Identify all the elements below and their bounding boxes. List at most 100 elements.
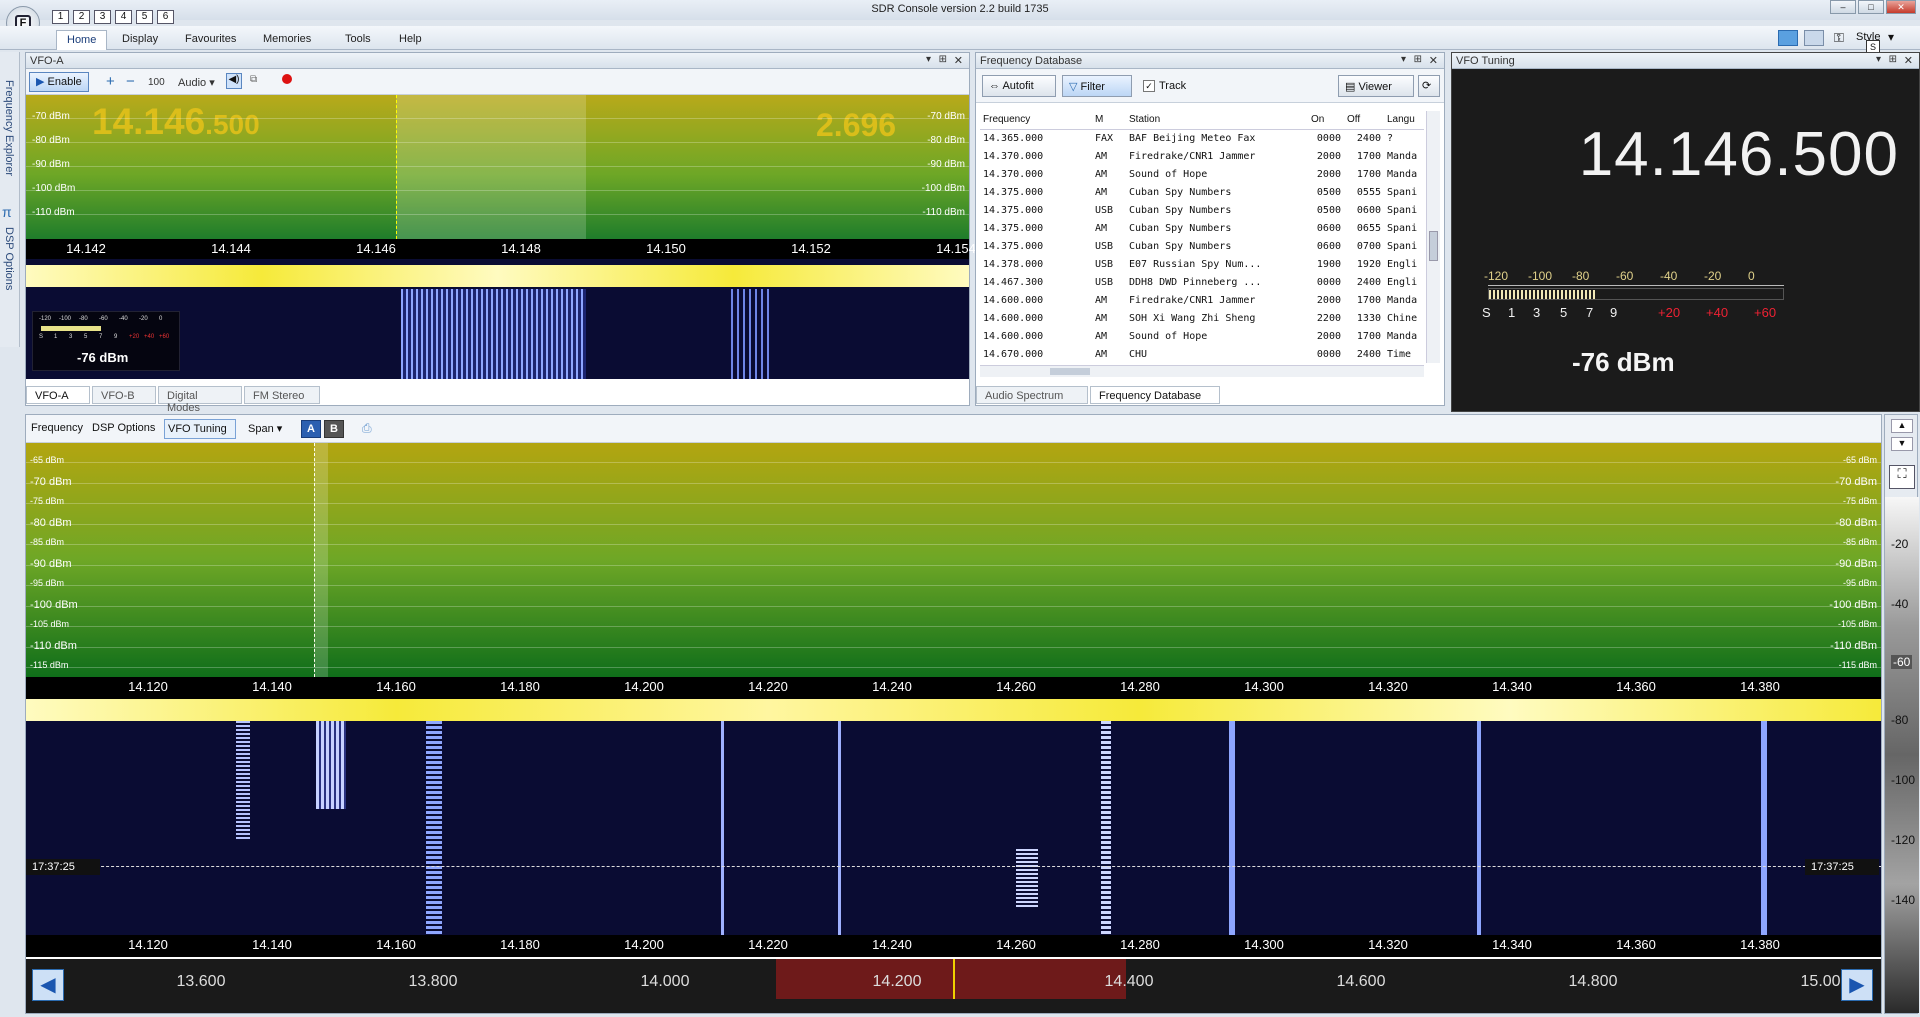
- viewer-button[interactable]: ▤ Viewer: [1338, 75, 1414, 97]
- vfo-a-passband[interactable]: [396, 95, 586, 239]
- table-row[interactable]: 14.375.000 USB Cuban Spy Numbers 0500 0600 Sp…: [980, 201, 1424, 219]
- main-frequency-scale-bottom[interactable]: 14.120 14.140 14.160 14.180 14.200 14.220 14.2…: [26, 935, 1881, 957]
- horizontal-scrollbar[interactable]: [980, 365, 1424, 377]
- quick-access-4[interactable]: 4: [115, 10, 132, 24]
- pin-icon[interactable]: ⊞: [939, 54, 947, 65]
- table-row[interactable]: 14.375.000 USB Cuban Spy Numbers 0600 0700 Sp…: [980, 237, 1424, 255]
- main-tab-dsp-options[interactable]: DSP Options: [89, 419, 161, 439]
- autofit-button[interactable]: ⇔ Autofit: [982, 75, 1056, 97]
- record-icon[interactable]: [282, 74, 292, 84]
- chevron-down-icon[interactable]: ▼: [1891, 437, 1913, 451]
- quick-access-6[interactable]: 6: [157, 10, 174, 24]
- table-row[interactable]: 14.600.000 AM Sound of Hope 2000 1700 Manda: [980, 327, 1424, 345]
- main-vfo-marker[interactable]: [314, 443, 328, 677]
- column-header[interactable]: On: [1308, 111, 1344, 130]
- panel-menu-icon[interactable]: ▾: [926, 54, 931, 65]
- vfo-a-signal-trace: [401, 289, 586, 379]
- audio-dropdown[interactable]: Audio ▾: [178, 76, 215, 89]
- vfo-a-select-button[interactable]: A: [301, 420, 321, 438]
- vfo-a-bottom-tab-vfo-b[interactable]: VFO-B: [92, 386, 156, 404]
- vfo-a-waterfall[interactable]: -120 -100 -80 -60 -40 -20 0 S 1 3 5 7 9 +20 +40 +60 -7…: [26, 259, 969, 379]
- side-tab-frequency-explorer[interactable]: Frequency Explorer: [3, 80, 15, 176]
- quick-access-2[interactable]: 2: [73, 10, 90, 24]
- vfo-b-select-button[interactable]: B: [324, 420, 344, 438]
- table-row[interactable]: 14.375.000 AM Cuban Spy Numbers 0500 0555 Spa…: [980, 183, 1424, 201]
- scroll-right-button[interactable]: ▶: [1841, 969, 1873, 1001]
- vfo-a-bottom-tab-vfo-a[interactable]: VFO-A: [26, 386, 90, 404]
- tuning-scale-label: -60: [1616, 269, 1634, 283]
- column-header[interactable]: Off: [1344, 111, 1384, 130]
- quick-access-1[interactable]: 1: [52, 10, 69, 24]
- table-row[interactable]: 14.370.000 AM Firedrake/CNR1 Jammer 2000 170…: [980, 147, 1424, 165]
- table-row[interactable]: 14.378.000 USB E07 Russian Spy Num... 1900 1…: [980, 255, 1424, 273]
- main-db-label: -115 dBm: [30, 660, 69, 670]
- panel-close-icon[interactable]: ✕: [1429, 54, 1438, 67]
- vfo-a-frequency-scale[interactable]: 14.142 14.144 14.146 14.148 14.150 14.152 14.1…: [26, 239, 976, 259]
- table-row[interactable]: 14.375.000 AM Cuban Spy Numbers 0600 0655 Spa…: [980, 219, 1424, 237]
- zoom-in-icon[interactable]: +: [106, 73, 115, 90]
- ribbon-tab-help[interactable]: Help: [389, 30, 432, 50]
- grid-line: [26, 667, 1881, 668]
- vertical-scrollbar[interactable]: [1426, 111, 1440, 363]
- main-frequency-scale[interactable]: 14.120 14.140 14.160 14.180 14.200 14.220 14.2…: [26, 677, 1881, 699]
- ribbon-tab-tools[interactable]: Tools: [335, 30, 381, 50]
- table-row[interactable]: 14.600.000 AM Firedrake/CNR1 Jammer 2000 170…: [980, 291, 1424, 309]
- ribbon-tab-memories[interactable]: Memories: [253, 30, 321, 50]
- column-header[interactable]: M: [1092, 111, 1126, 130]
- frequency-database-tab-audio-spectrum[interactable]: Audio Spectrum: [976, 386, 1088, 404]
- vfo-a-spectrum[interactable]: 14.146.500 2.696 -70 dBm -70 dBm -80 dBm -8…: [26, 95, 969, 239]
- vfo-tuning-frequency[interactable]: 14.146.500: [1579, 119, 1899, 190]
- ribbon-tab-display[interactable]: Display: [112, 30, 168, 50]
- band-scroller[interactable]: ◀ 13.600 13.800 14.000 14.200 14.400 14.600 14…: [26, 959, 1881, 1013]
- column-header[interactable]: Frequency: [980, 111, 1092, 130]
- table-row[interactable]: 14.670.000 AM CHU 0000 2400 Time: [980, 345, 1424, 363]
- track-checkbox[interactable]: ✓: [1143, 80, 1155, 92]
- table-cell: USB: [1095, 204, 1114, 216]
- quick-access-3[interactable]: 3: [94, 10, 111, 24]
- quick-access-5[interactable]: 5: [136, 10, 153, 24]
- column-header[interactable]: Langu: [1384, 111, 1424, 130]
- vfo-a-bottom-tab-fm-stereo[interactable]: FM Stereo: [244, 386, 320, 404]
- panel-menu-icon[interactable]: ▾: [1401, 54, 1406, 65]
- chevron-down-icon[interactable]: ▾: [1888, 30, 1894, 44]
- vfo-a-bottom-tab-digital-modes[interactable]: Digital Modes: [158, 386, 242, 414]
- chart-settings-icon[interactable]: ⛶: [1889, 465, 1915, 489]
- layout-icon[interactable]: [1778, 30, 1798, 46]
- table-cell: USB: [1095, 276, 1114, 288]
- waterfall-gain-scale[interactable]: -20 -40 -60 -80 -100 -120 -140: [1885, 497, 1919, 1013]
- mini-meter-scale-label: -100: [59, 316, 72, 322]
- span-dropdown[interactable]: Span ▾: [248, 422, 282, 435]
- main-spectrum[interactable]: -65 dBm -65 dBm -70 dBm -70 dBm -75 dBm -75 d…: [26, 443, 1881, 677]
- copy-icon[interactable]: ⧉: [250, 74, 257, 85]
- pin-icon[interactable]: ⊞: [1889, 54, 1897, 65]
- column-header[interactable]: Station: [1126, 111, 1308, 130]
- ribbon-tab-home[interactable]: Home: [56, 30, 108, 50]
- panel-close-icon[interactable]: ✕: [954, 54, 963, 67]
- monitor-icon[interactable]: [1804, 30, 1824, 46]
- table-row[interactable]: 14.467.300 USB DDH8 DWD Pinneberg ... 0000 2…: [980, 273, 1424, 291]
- chevron-up-icon[interactable]: ▲: [1891, 419, 1913, 433]
- close-window-button[interactable]: ✕: [1886, 0, 1916, 14]
- filter-button[interactable]: ▽ Filter: [1062, 75, 1132, 97]
- table-row[interactable]: 14.600.000 AM SOH Xi Wang Zhi Sheng 2200 133…: [980, 309, 1424, 327]
- panel-close-icon[interactable]: ✕: [1904, 54, 1913, 67]
- main-waterfall[interactable]: 17:37:25 17:37:25: [26, 699, 1881, 935]
- ribbon-tab-favourites[interactable]: Favourites: [175, 30, 246, 50]
- lock-icon[interactable]: ⚿: [1834, 30, 1844, 46]
- table-row[interactable]: 14.370.000 AM Sound of Hope 2000 1700 Manda: [980, 165, 1424, 183]
- frequency-database-tab-frequency-database[interactable]: Frequency Database: [1090, 386, 1220, 404]
- refresh-icon[interactable]: ⟳: [1418, 75, 1440, 97]
- vfo-a-db-label-right: -90 dBm: [927, 159, 965, 170]
- speaker-icon[interactable]: ◀): [226, 73, 242, 89]
- print-icon[interactable]: ⎙: [362, 421, 372, 436]
- table-row[interactable]: 14.365.000 FAX BAF Beijing Meteo Fax 0000 24…: [980, 129, 1424, 147]
- minimize-button[interactable]: –: [1830, 0, 1856, 14]
- maximize-button[interactable]: □: [1858, 0, 1884, 14]
- pin-icon[interactable]: ⊞: [1414, 54, 1422, 65]
- zoom-out-icon[interactable]: −: [126, 73, 135, 90]
- main-tab-vfo-tuning[interactable]: VFO Tuning: [164, 419, 236, 439]
- side-tab-dsp-options[interactable]: DSP Options: [3, 227, 15, 290]
- panel-menu-icon[interactable]: ▾: [1876, 54, 1881, 65]
- enable-button[interactable]: ▶ Enable: [29, 72, 89, 92]
- main-tab-frequency[interactable]: Frequency: [28, 419, 86, 439]
